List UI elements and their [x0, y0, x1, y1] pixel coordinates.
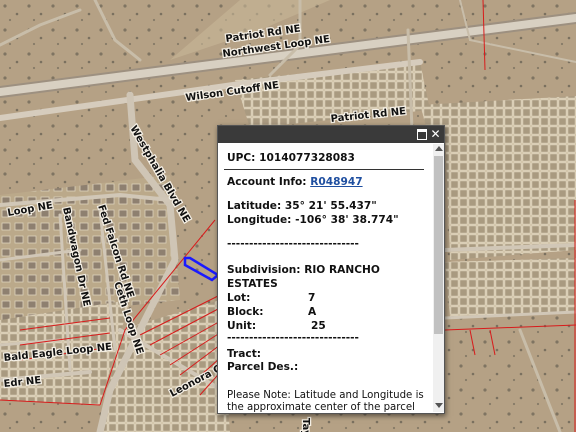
- longitude-label: Longitude:: [227, 214, 292, 226]
- latitude-value: 35° 21' 55.437": [284, 200, 377, 212]
- account-label: Account Info:: [227, 176, 307, 188]
- popup-header: ✕: [218, 126, 444, 143]
- unit-value: 25: [311, 320, 326, 332]
- longitude-value: -106° 38' 38.774": [295, 214, 399, 226]
- divider: [224, 169, 424, 170]
- scroll-up-arrow-icon[interactable]: [435, 146, 443, 151]
- account-row: Account Info: R048947: [227, 176, 363, 188]
- scroll-down-arrow-icon[interactable]: [435, 403, 443, 408]
- subdivision-value: RIO RANCHO: [304, 264, 380, 276]
- upc-row: UPC: 1014077328083: [227, 152, 355, 164]
- latitude-label: Latitude:: [227, 200, 282, 212]
- lots-block-east: [445, 125, 576, 260]
- popup-scrollbar[interactable]: [433, 144, 444, 412]
- subdivision-value-continued: ESTATES: [227, 278, 278, 290]
- subdivision-label: Subdivision:: [227, 264, 301, 276]
- popup-body: UPC: 1014077328083 Account Info: R048947…: [218, 144, 439, 412]
- unit-row: Unit: 25: [227, 320, 326, 332]
- subdivision-row: Subdivision: RIO RANCHO: [227, 264, 380, 276]
- road-label-tay: Tay: [300, 418, 311, 432]
- upc-label: UPC:: [227, 152, 256, 164]
- account-link[interactable]: R048947: [310, 176, 362, 188]
- block-value: A: [308, 306, 317, 318]
- parcel-info-popup: ✕ UPC: 1014077328083 Account Info: R0489…: [217, 125, 445, 414]
- block-row: Block: A: [227, 306, 316, 318]
- separator: ------------------------------: [227, 332, 359, 344]
- maximize-icon[interactable]: [415, 128, 428, 141]
- tract-label: Tract:: [227, 348, 262, 360]
- coordinates-note: Please Note: Latitude and Longitude is t…: [227, 390, 424, 412]
- parcel-description-label: Parcel Des.:: [227, 361, 299, 373]
- unit-label: Unit:: [227, 320, 257, 332]
- lots-block-southeast: [445, 258, 576, 318]
- lot-label: Lot:: [227, 292, 251, 304]
- longitude-row: Longitude: -106° 38' 38.774": [227, 214, 399, 226]
- scroll-thumb[interactable]: [434, 156, 443, 334]
- lot-row: Lot: 7: [227, 292, 315, 304]
- block-label: Block:: [227, 306, 264, 318]
- upc-value: 1014077328083: [259, 152, 355, 164]
- latitude-row: Latitude: 35° 21' 55.437": [227, 200, 377, 212]
- close-icon[interactable]: ✕: [429, 128, 442, 141]
- separator: ------------------------------: [227, 238, 359, 250]
- lot-value: 7: [308, 292, 316, 304]
